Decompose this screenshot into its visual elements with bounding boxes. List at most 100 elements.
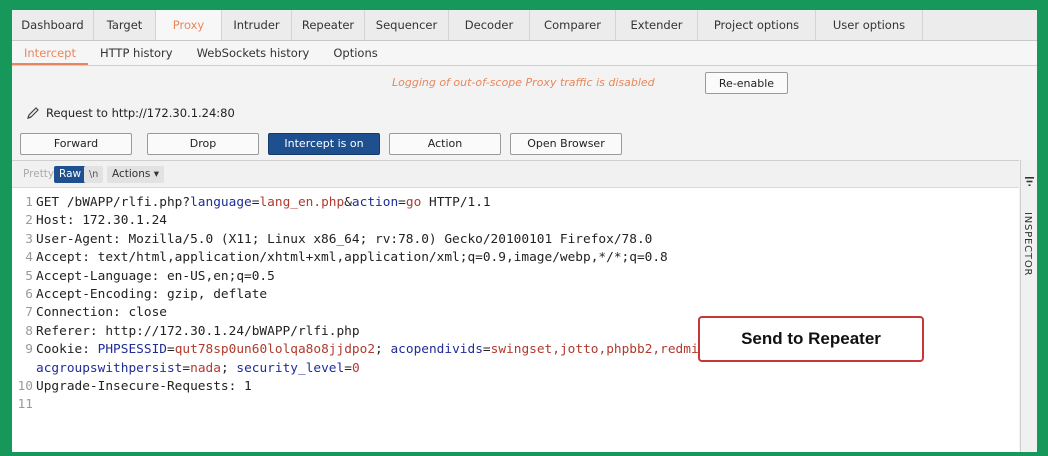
request-line: 4 Accept: text/html,application/xhtml+xml… bbox=[12, 249, 1019, 267]
text-segment: GET /bWAPP/rlfi.php? bbox=[36, 195, 191, 210]
forward-button[interactable]: Forward bbox=[20, 133, 132, 155]
line-text: Accept-Encoding: gzip, deflate bbox=[36, 286, 267, 304]
param-name: acopendivids bbox=[390, 342, 483, 358]
line-text: Host: 172.30.1.24 bbox=[36, 212, 167, 230]
line-number: 10 bbox=[17, 378, 33, 394]
burp-window: Dashboard Target Proxy Intruder Repeater… bbox=[12, 10, 1037, 452]
subtab-options[interactable]: Options bbox=[321, 41, 389, 65]
text-segment: = bbox=[182, 360, 191, 376]
line-text: User-Agent: Mozilla/5.0 (X11; Linux x86_… bbox=[36, 231, 652, 249]
text-segment: Cookie: bbox=[36, 342, 98, 358]
line-text: GET /bWAPP/rlfi.php?language = lang_en.php… bbox=[36, 194, 491, 212]
param-value: nada bbox=[190, 360, 221, 376]
line-text: Accept: text/html,application/xhtml+xml,… bbox=[36, 249, 668, 267]
line-text: Cookie: PHPSESSID=qut78sp0un60lolqa8o8jj… bbox=[36, 341, 722, 359]
request-line: acgroupswithpersist=nada; security_level… bbox=[12, 360, 1019, 378]
text-segment: = bbox=[398, 195, 406, 210]
request-editor[interactable]: Pretty Raw \n Actions ▾ 1 GET /bWAPP/rlfi… bbox=[12, 160, 1019, 452]
text-segment: HTTP/1.1 bbox=[421, 195, 491, 210]
param-value: swingset,jotto,phpbb2,redmine bbox=[490, 342, 715, 358]
line-number: 9 bbox=[25, 342, 33, 358]
text-segment: = bbox=[344, 360, 352, 376]
request-to-line: Request to http://172.30.1.24:80 bbox=[26, 106, 235, 120]
tab-sequencer[interactable]: Sequencer bbox=[365, 10, 449, 40]
main-tab-bar: Dashboard Target Proxy Intruder Repeater… bbox=[12, 10, 1037, 41]
tab-repeater[interactable]: Repeater bbox=[292, 10, 365, 40]
request-line: 6 Accept-Encoding: gzip, deflate bbox=[12, 286, 1019, 304]
param-value: 0 bbox=[351, 360, 360, 376]
line-number: 6 bbox=[25, 286, 33, 302]
param-name: PHPSESSID bbox=[97, 342, 167, 358]
param-value: lang_en.php bbox=[259, 195, 345, 210]
pretty-button[interactable]: Pretty bbox=[18, 166, 59, 183]
param-name: language bbox=[190, 195, 252, 210]
logging-notice: Logging of out-of-scope Proxy traffic is… bbox=[392, 76, 655, 89]
line-number: 2 bbox=[25, 213, 33, 229]
param-value: go bbox=[405, 195, 422, 210]
request-text[interactable]: 1 GET /bWAPP/rlfi.php?language = lang_en.ph… bbox=[12, 194, 1019, 415]
text-segment: User-Agent: Mozilla/5.0 (X11; Linux x86_… bbox=[36, 231, 653, 247]
text-segment: & bbox=[344, 195, 352, 210]
line-text: Connection: close bbox=[36, 304, 167, 322]
action-button[interactable]: Action bbox=[389, 133, 501, 155]
tab-decoder[interactable]: Decoder bbox=[449, 10, 530, 40]
tab-target[interactable]: Target bbox=[94, 10, 156, 40]
param-name: security_level bbox=[236, 360, 345, 376]
param-name: action bbox=[351, 195, 399, 210]
intercept-toggle-button[interactable]: Intercept is on bbox=[268, 133, 380, 155]
pencil-icon[interactable] bbox=[26, 106, 40, 120]
tab-project-options[interactable]: Project options bbox=[698, 10, 816, 40]
text-segment: Host: 172.30.1.24 bbox=[36, 213, 167, 229]
newline-toggle-button[interactable]: \n bbox=[84, 166, 104, 183]
line-number: 11 bbox=[17, 397, 33, 413]
actions-dropdown[interactable]: Actions ▾ bbox=[107, 166, 164, 183]
param-value: qut78sp0un60lolqa8o8jjdpo2 bbox=[174, 342, 376, 358]
request-line: 5 Accept-Language: en-US,en;q=0.5 bbox=[12, 268, 1019, 286]
tab-intruder[interactable]: Intruder bbox=[222, 10, 292, 40]
line-number: 4 bbox=[25, 250, 33, 266]
text-segment: Upgrade-Insecure-Requests: 1 bbox=[36, 378, 252, 394]
text-segment: Accept: text/html,application/xhtml+xml,… bbox=[36, 250, 668, 266]
line-number: 8 bbox=[25, 323, 33, 339]
text-segment: ; bbox=[220, 360, 237, 376]
inspector-panel[interactable]: INSPECTOR bbox=[1020, 160, 1037, 452]
tab-proxy[interactable]: Proxy bbox=[156, 10, 222, 40]
subtab-websockets-history[interactable]: WebSockets history bbox=[185, 41, 322, 65]
request-line: 1 GET /bWAPP/rlfi.php?language = lang_en.ph… bbox=[12, 194, 1019, 212]
sub-tab-bar: Intercept HTTP history WebSockets histor… bbox=[12, 41, 1037, 66]
tab-comparer[interactable]: Comparer bbox=[530, 10, 616, 40]
tab-dashboard[interactable]: Dashboard bbox=[12, 10, 94, 40]
request-line: 2 Host: 172.30.1.24 bbox=[12, 212, 1019, 230]
line-text: Accept-Language: en-US,en;q=0.5 bbox=[36, 268, 275, 286]
raw-button[interactable]: Raw bbox=[54, 166, 87, 183]
editor-toolbar: Pretty Raw \n Actions ▾ bbox=[12, 161, 1019, 188]
request-line: 3 User-Agent: Mozilla/5.0 (X11; Linux x86… bbox=[12, 231, 1019, 249]
request-to-label: Request to http://172.30.1.24:80 bbox=[46, 106, 235, 120]
param-name: acgroupswithpersist bbox=[36, 360, 183, 376]
text-segment: Accept-Language: en-US,en;q=0.5 bbox=[36, 268, 275, 284]
text-segment: Connection: close bbox=[36, 305, 167, 321]
line-number: 7 bbox=[25, 305, 33, 321]
line-text: Upgrade-Insecure-Requests: 1 bbox=[36, 378, 252, 396]
re-enable-button[interactable]: Re-enable bbox=[705, 72, 788, 94]
line-number bbox=[12, 360, 36, 378]
request-line: 10 Upgrade-Insecure-Requests: 1 bbox=[12, 378, 1019, 396]
drop-button[interactable]: Drop bbox=[147, 133, 259, 155]
text-segment: Referer: http://172.30.1.24/bWAPP/rlfi.p… bbox=[36, 323, 360, 339]
subtab-intercept[interactable]: Intercept bbox=[12, 41, 88, 65]
line-number: 1 bbox=[25, 195, 33, 210]
send-to-repeater-callout: Send to Repeater bbox=[698, 316, 924, 362]
tab-user-options[interactable]: User options bbox=[816, 10, 923, 40]
text-segment: = bbox=[482, 342, 491, 358]
text-segment: Accept-Encoding: gzip, deflate bbox=[36, 286, 268, 302]
subtab-http-history[interactable]: HTTP history bbox=[88, 41, 185, 65]
open-browser-button[interactable]: Open Browser bbox=[510, 133, 622, 155]
line-text: Referer: http://172.30.1.24/bWAPP/rlfi.p… bbox=[36, 323, 360, 341]
filter-icon[interactable] bbox=[1024, 176, 1035, 187]
line-text: acgroupswithpersist=nada; security_level… bbox=[36, 360, 360, 378]
text-segment: = bbox=[166, 342, 175, 358]
tab-extender[interactable]: Extender bbox=[616, 10, 698, 40]
text-segment: ; bbox=[375, 342, 391, 358]
inspector-label: INSPECTOR bbox=[1022, 212, 1033, 277]
line-number: 3 bbox=[25, 231, 33, 247]
